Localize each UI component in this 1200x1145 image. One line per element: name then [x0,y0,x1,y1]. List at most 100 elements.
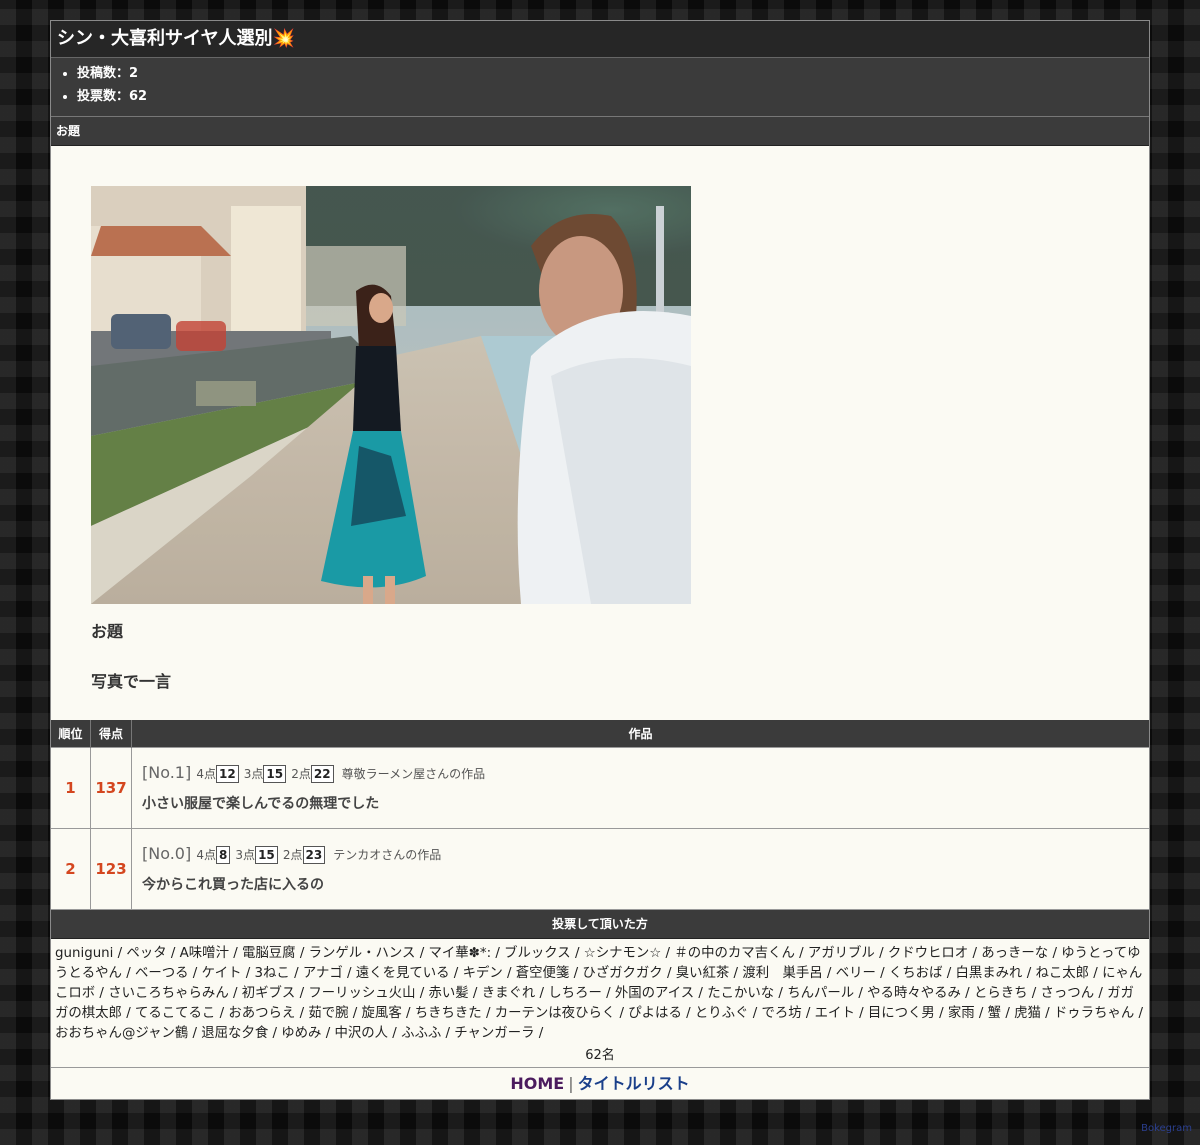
points-4-count: 12 [215,765,239,783]
voters-list: guniguni / ペッタ / A味噌汁 / 電脳豆腐 / ランゲル・ハンス … [55,946,1144,1041]
table-row: 2 123 [No.0] 4点 8 3点 15 2点 23 テンカオさんの作品 今から… [51,828,1149,909]
work-text: 今からこれ買った店に入るの [142,877,324,893]
voter-name: A味噌汁 [179,946,229,961]
voter-name: ぴよはる [628,1006,682,1021]
voter-name: 茹で腕 [308,1006,349,1021]
voter-name: 蒼空便箋 [515,966,570,981]
nav-separator: | [568,1074,574,1093]
voter-name: チャンガーラ [454,1026,535,1041]
voter-name: 家雨 [947,1006,975,1021]
voter-name: ペッタ [126,946,167,961]
odai-header: お題 [51,117,1149,146]
voter-name: とらきち [973,986,1028,1001]
points-3-count: 15 [263,765,287,783]
score-cell: 123 [90,828,132,909]
voter-name: とりふぐ [694,1006,749,1021]
voter-name: ベリー [835,966,876,981]
voter-name: さいころちゃらみん [108,986,229,1001]
voter-name: 赤い髪 [428,986,469,1001]
voter-name: くちおば [888,966,943,981]
work-cell: [No.1] 4点 12 3点 15 2点 22 尊敬ラーメン屋さんの作品 小さい服屋… [131,747,1149,829]
voter-name: カーテンは夜ひらく [494,1006,616,1021]
voter-name: 電脳豆腐 [242,946,296,961]
points-4-label: 4点 [196,767,216,781]
work-cell: [No.0] 4点 8 3点 15 2点 23 テンカオさんの作品 今からこれ買った店… [131,828,1149,909]
voter-name: 中沢の人 [334,1026,389,1041]
voter-name: さっつん [1040,986,1095,1001]
col-work: 作品 [131,720,1149,748]
voter-name: 旋風客 [361,1006,402,1021]
voter-name: guniguni [55,946,114,961]
voter-name: エイト [814,1006,855,1021]
voter-name: おおちゃん@ジャン鶴 [55,1026,189,1041]
work-number: [No.0] [142,844,192,863]
voter-name: きまぐれ [481,986,536,1001]
voter-name: あっきーな [981,946,1049,961]
work-author: テンカオさんの作品 [333,848,442,862]
voter-name: フーリッシュ火山 [308,986,416,1001]
voter-name: マイ華✽*: [428,946,492,961]
ranking-header-row: 順位 得点 作品 [51,720,1149,748]
voter-name: アガリブル [807,946,875,961]
voter-name: 蟹 [987,1006,1002,1021]
points-2-label: 2点 [282,848,303,862]
voter-name: てるこてるこ [134,1006,216,1021]
work-text: 小さい服屋で楽しんでるの無理でした [142,796,380,812]
voter-name: 初ギブス [241,986,296,1001]
table-row: 1 137 [No.1] 4点 12 3点 15 2点 22 尊敬ラーメン屋さんの作品… [51,747,1149,829]
voter-name: おあつらえ [228,1006,296,1021]
voter-name: キデン [462,966,503,981]
brand-link[interactable]: Bokegram [1141,1123,1192,1134]
page-title: シン・大喜利サイヤ人選別💥 [51,21,1149,58]
voter-name: ☆シナモン☆ [583,946,662,961]
voter-name: ねこ太郎 [1035,966,1090,981]
voter-name: ランゲル・ハンス [308,946,416,961]
voter-name: 外国のアイス [614,986,695,1001]
col-score: 得点 [90,720,132,748]
voter-name: ブルックス [504,946,571,961]
voter-name: ちんパール [787,986,855,1001]
points-4-label: 4点 [196,848,216,862]
voter-name: アナゴ [302,966,343,981]
voter-name: ＃の中のカマ吉くん [674,946,795,961]
score-cell: 137 [90,747,132,829]
voter-name: 白黒まみれ [955,966,1023,981]
voter-name: 退屈な夕食 [201,1026,269,1041]
voter-name: 渡利 巣手呂 [742,966,823,981]
rank-cell: 1 [51,747,91,829]
points-3-label: 3点 [243,767,264,781]
voter-name: ベーつる [134,966,189,981]
voter-name: ひざガクガク [582,966,663,981]
main-container: シン・大喜利サイヤ人選別💥 投稿数：2 投票数：62 お題 [50,20,1150,1100]
voter-name: 臭い紅茶 [675,966,730,981]
odai-section: お題 写真で一言 [51,146,1149,720]
points-3-label: 3点 [235,848,256,862]
points-2-label: 2点 [291,767,311,781]
voter-name: しちろー [548,986,602,1001]
footer-nav: HOME | タイトルリスト [51,1067,1149,1099]
voter-name: ゆめみ [281,1026,322,1041]
voter-name: 3ねこ [254,966,290,981]
voter-name: ふふふ [401,1026,442,1041]
odai-text: 写真で一言 [91,672,172,691]
voter-name: ドゥラちゃん [1053,1006,1135,1021]
voter-name: ちきちきた [414,1006,482,1021]
points-2-count: 23 [302,846,326,864]
vote-count: 投票数：62 [77,85,1149,108]
title-list-link[interactable]: タイトルリスト [578,1074,690,1093]
voter-name: 目につく男 [867,1006,935,1021]
stats-list: 投稿数：2 投票数：62 [51,58,1149,117]
col-rank: 順位 [51,720,91,748]
points-2-count: 22 [310,765,334,783]
voter-name: 遠くを見ている [355,966,450,981]
ranking-table: 順位 得点 作品 1 137 [No.1] 4点 12 3点 15 2点 22 尊敬ラ… [51,720,1149,909]
voter-name: ケイト [201,966,242,981]
points-4-count: 8 [215,846,231,864]
post-count: 投稿数：2 [77,62,1149,85]
points-3-count: 15 [255,846,278,864]
work-number: [No.1] [142,763,192,782]
rank-cell: 2 [51,828,91,909]
home-link[interactable]: HOME [510,1074,564,1093]
odai-label: お題 [91,622,124,641]
voter-name: 虎猫 [1014,1006,1041,1021]
